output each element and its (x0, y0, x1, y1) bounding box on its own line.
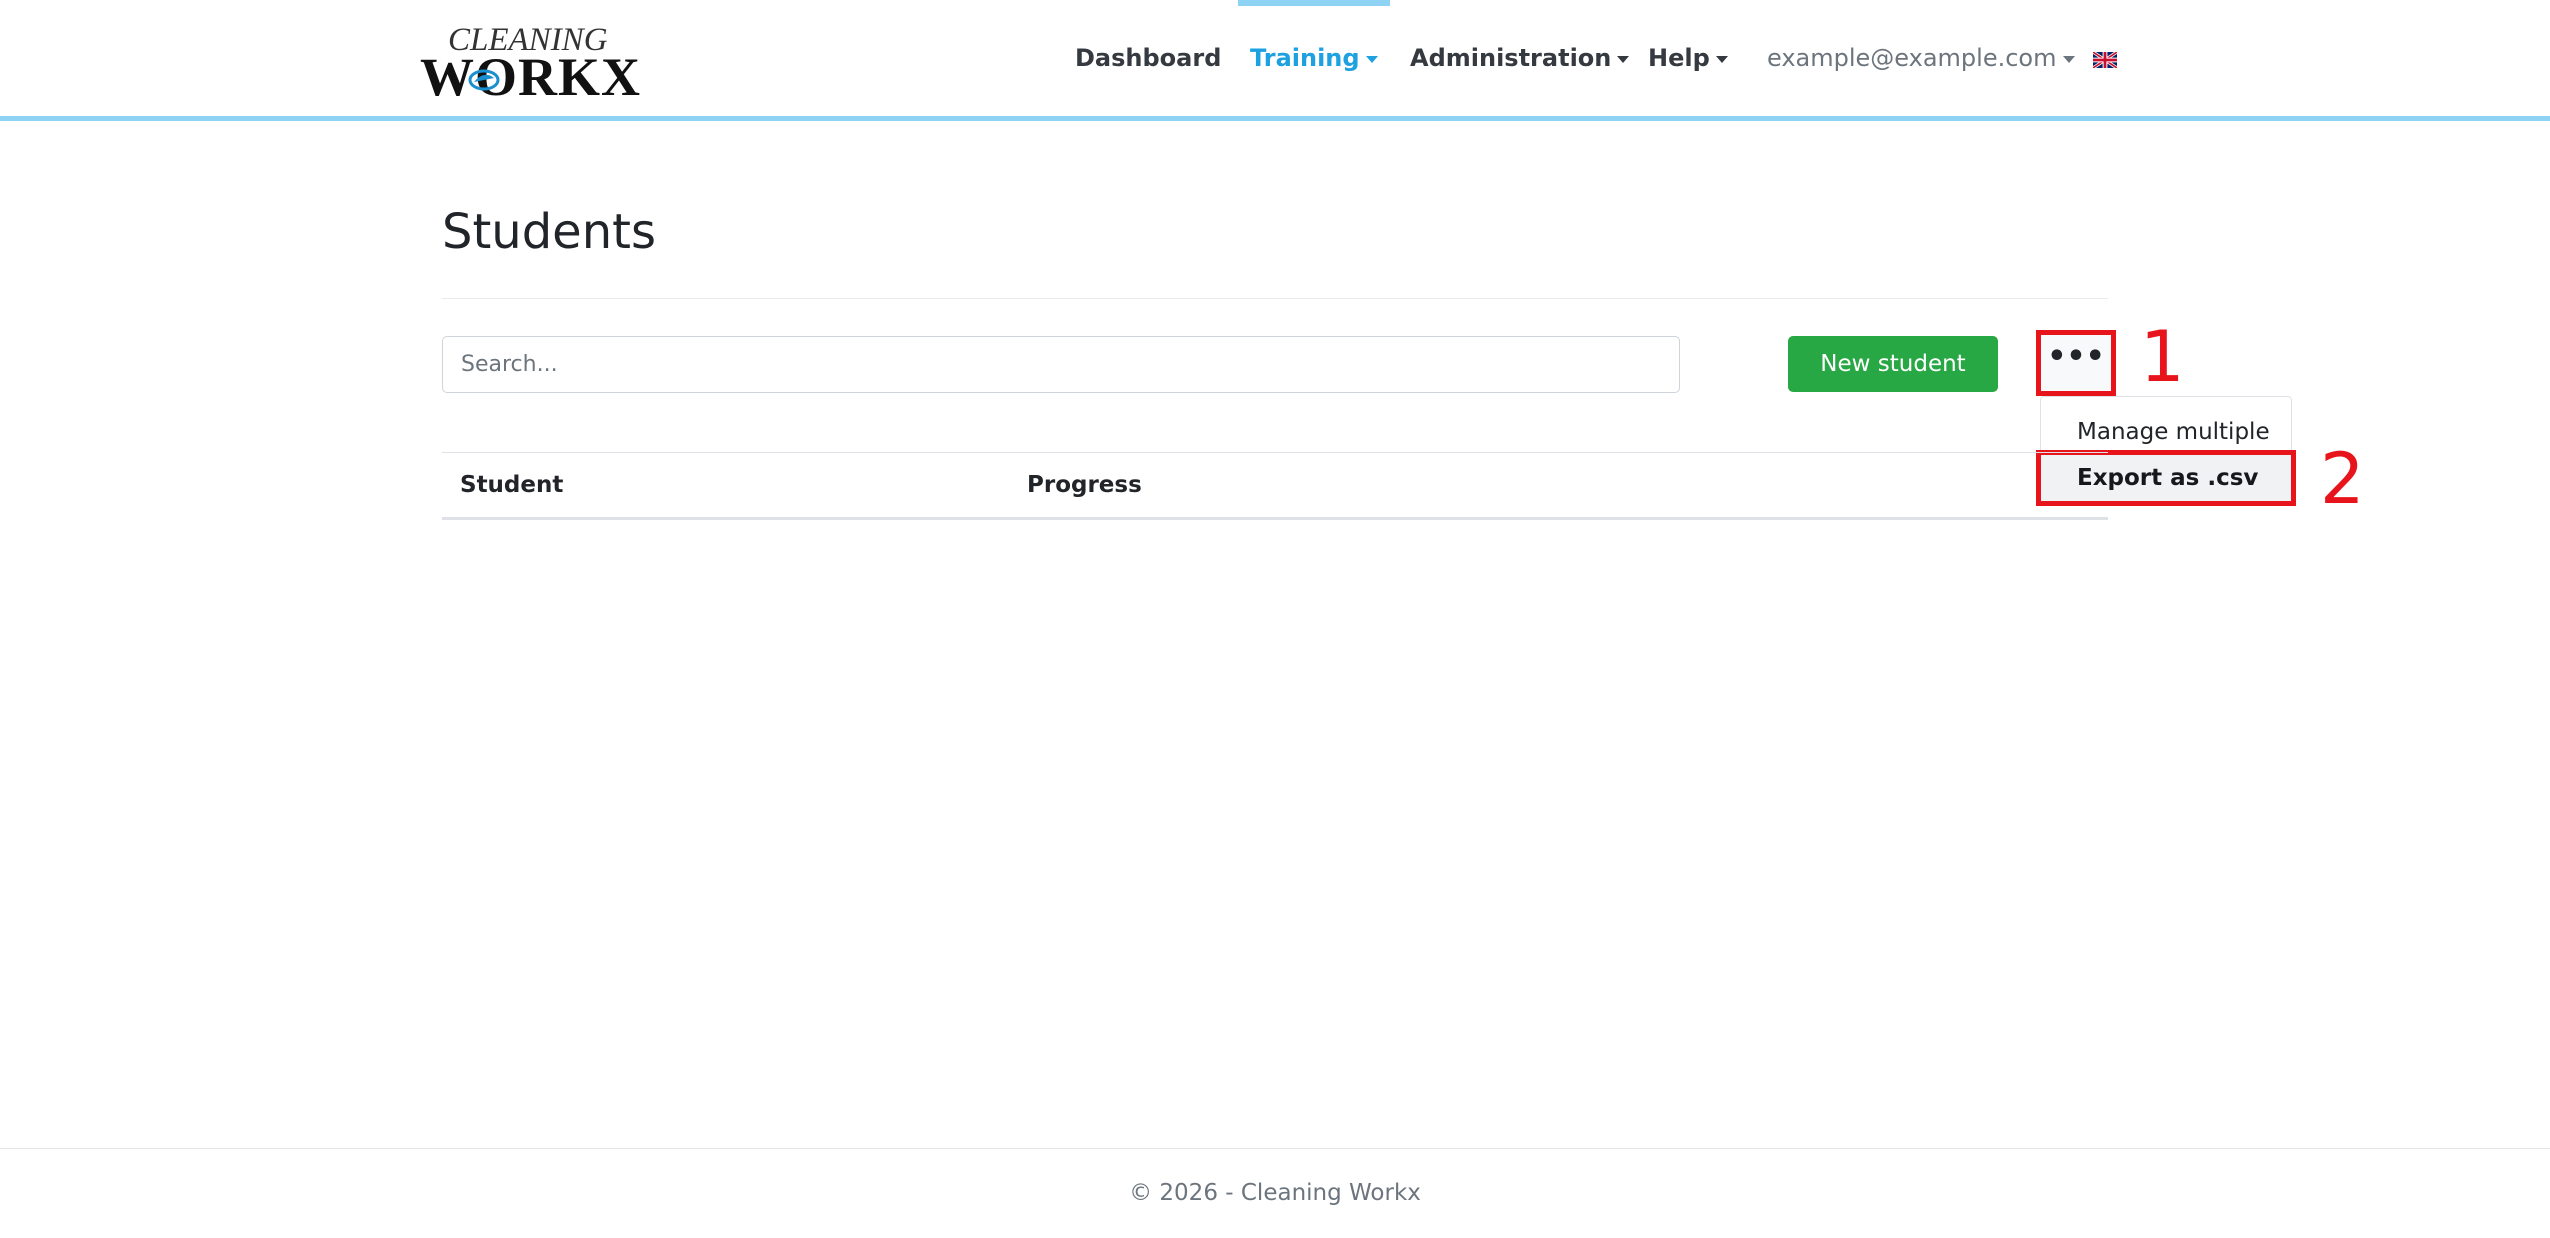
annotation-step-2: 2 (2320, 438, 2365, 520)
column-header-student[interactable]: Student (460, 472, 563, 498)
nav-dashboard[interactable]: Dashboard (1075, 0, 1221, 116)
footer-divider (0, 1148, 2550, 1149)
nav-administration[interactable]: Administration (1410, 0, 1630, 116)
nav-dashboard-label: Dashboard (1075, 44, 1222, 72)
nav-administration-label: Administration (1410, 44, 1612, 72)
logo-bottom-text: WORKX (420, 47, 641, 107)
chevron-down-icon (1617, 55, 1630, 63)
top-navbar: CLEANING WORKX Dashboard Training Admini… (0, 0, 2550, 121)
column-header-progress[interactable]: Progress (1027, 472, 1142, 498)
logo-mark-icon (468, 69, 500, 91)
uk-flag-icon[interactable] (2093, 52, 2117, 68)
dropdown-item-export-csv[interactable]: Export as .csv (2036, 450, 2296, 506)
title-divider (442, 298, 2108, 299)
table-top-border (442, 452, 2108, 453)
new-student-button[interactable]: New student (1788, 336, 1998, 392)
annotation-step-1: 1 (2140, 316, 2185, 398)
chevron-down-icon (2062, 55, 2075, 63)
nav-user-menu[interactable]: example@example.com (1767, 0, 2075, 116)
page-title: Students (442, 204, 656, 260)
nav-help-label: Help (1648, 44, 1710, 72)
cleaning-workx-logo[interactable]: CLEANING WORKX (418, 20, 640, 107)
footer-copyright: © 2026 - Cleaning Workx (1129, 1180, 1421, 1206)
nav-user-email: example@example.com (1767, 44, 2057, 72)
nav-training[interactable]: Training (1238, 0, 1390, 116)
search-input[interactable] (442, 336, 1680, 393)
table-header-divider (442, 517, 2108, 520)
export-csv-label: Export as .csv (2077, 465, 2259, 491)
nav-help[interactable]: Help (1648, 0, 1728, 116)
nav-training-label: Training (1250, 44, 1360, 72)
dropdown-item-manage-multiple[interactable]: Manage multiple (2077, 419, 2270, 445)
more-options-icon: ••• (2047, 339, 2105, 374)
chevron-down-icon (1365, 55, 1378, 63)
more-options-button[interactable]: ••• (2036, 330, 2116, 396)
chevron-down-icon (1715, 55, 1728, 63)
